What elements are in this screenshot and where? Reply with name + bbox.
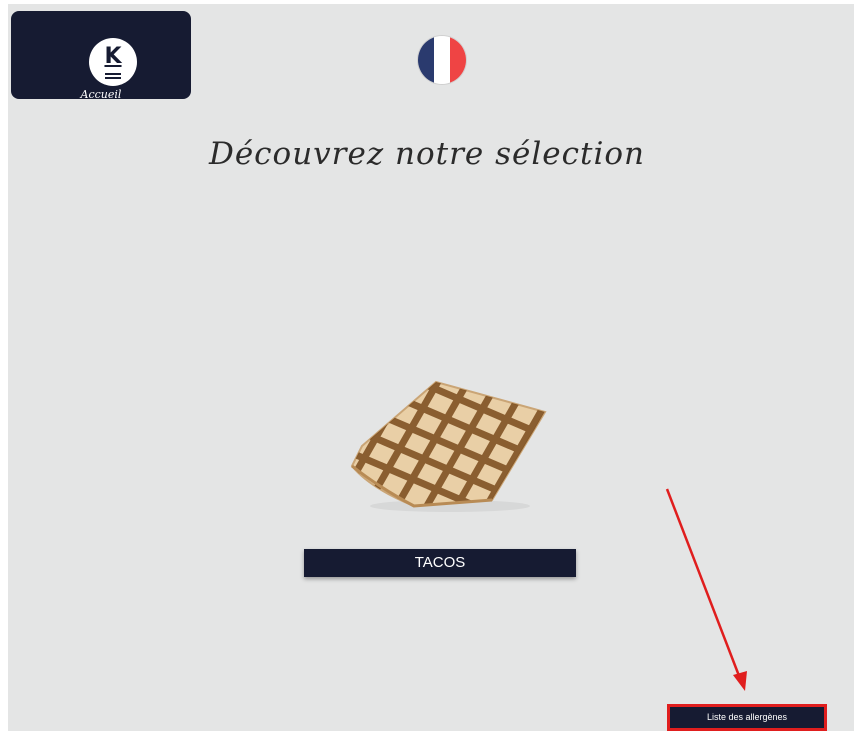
- logo-bars: [105, 71, 121, 79]
- home-label: Accueil: [80, 88, 122, 101]
- home-button[interactable]: K Accueil: [11, 11, 191, 101]
- logo-letter: K: [104, 43, 122, 69]
- tacos-image[interactable]: [340, 368, 550, 518]
- annotation-arrow-icon: [665, 488, 747, 691]
- page-title: Découvrez notre sélection: [208, 136, 646, 172]
- france-flag-icon[interactable]: [418, 36, 466, 84]
- allergen-list-button[interactable]: Liste des allergènes: [667, 704, 827, 731]
- brand-logo-icon: K: [89, 38, 137, 86]
- product-tacos-button[interactable]: TACOS: [304, 549, 576, 577]
